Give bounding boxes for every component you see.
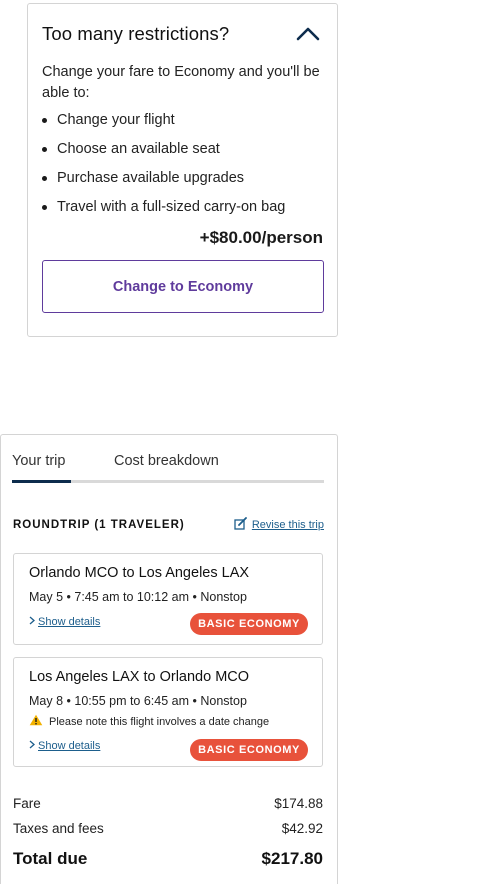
taxes-row: Taxes and fees $42.92 — [13, 821, 323, 836]
active-tab-indicator — [12, 480, 71, 483]
flight-route: Los Angeles LAX to Orlando MCO — [29, 669, 250, 685]
upsell-intro: Change your fare to Economy and you'll b… — [42, 64, 320, 101]
benefit-item: Travel with a full-sized carry-on bag — [42, 193, 323, 222]
fare-class-badge: BASIC ECONOMY — [190, 613, 308, 635]
upsell-title: Too many restrictions? — [42, 23, 230, 44]
fare-upsell-card: Too many restrictions? Change your fare … — [27, 3, 338, 337]
flight-route: Orlando MCO to Los Angeles LAX — [29, 565, 250, 581]
trip-header: ROUNDTRIP (1 TRAVELER) Revise this trip — [13, 517, 324, 533]
flight-card-return: Los Angeles LAX to Orlando MCO May 8 • 1… — [13, 657, 323, 767]
taxes-label: Taxes and fees — [13, 821, 104, 836]
fare-class-badge: BASIC ECONOMY — [190, 739, 308, 761]
date-change-warning: Please note this flight involves a date … — [29, 714, 269, 729]
show-details-link[interactable]: Show details — [29, 616, 100, 628]
chevron-up-icon[interactable] — [293, 22, 323, 46]
upgrade-price: +$80.00/person — [199, 228, 323, 247]
revise-trip-link[interactable]: Revise this trip — [234, 517, 324, 533]
total-value: $217.80 — [261, 849, 323, 868]
trip-summary-panel: Your trip Cost breakdown ROUNDTRIP (1 TR… — [0, 434, 338, 884]
tab-cost-breakdown[interactable]: Cost breakdown — [114, 453, 219, 469]
taxes-value: $42.92 — [281, 821, 323, 836]
flight-times: May 5 • 7:45 am to 10:12 am • Nonstop — [29, 590, 247, 604]
chevron-right-icon — [29, 616, 35, 628]
warning-icon — [29, 714, 43, 729]
show-details-link[interactable]: Show details — [29, 740, 100, 752]
fare-row: Fare $174.88 — [13, 796, 323, 811]
flight-times: May 8 • 10:55 pm to 6:45 am • Nonstop — [29, 694, 247, 708]
show-details-label: Show details — [38, 740, 101, 752]
flight-card-outbound: Orlando MCO to Los Angeles LAX May 5 • 7… — [13, 553, 323, 645]
trip-title: ROUNDTRIP (1 TRAVELER) — [13, 519, 185, 531]
benefits-list: Change your flight Choose an available s… — [42, 106, 323, 222]
benefit-item: Change your flight — [42, 106, 323, 135]
benefit-item: Purchase available upgrades — [42, 164, 323, 193]
benefit-item: Choose an available seat — [42, 135, 323, 164]
tab-your-trip[interactable]: Your trip — [12, 453, 65, 469]
fare-label: Fare — [13, 796, 41, 811]
summary-tabs: Your trip Cost breakdown — [12, 453, 324, 483]
upsell-header[interactable]: Too many restrictions? — [42, 22, 323, 46]
total-label: Total due — [13, 849, 88, 868]
revise-trip-label: Revise this trip — [251, 519, 324, 531]
change-to-economy-button[interactable]: Change to Economy — [42, 260, 324, 313]
chevron-right-icon — [29, 740, 35, 752]
edit-icon — [234, 517, 248, 533]
warning-text: Please note this flight involves a date … — [49, 715, 270, 728]
total-row: Total due $217.80 — [13, 849, 323, 869]
fare-value: $174.88 — [274, 796, 323, 811]
show-details-label: Show details — [38, 616, 101, 628]
